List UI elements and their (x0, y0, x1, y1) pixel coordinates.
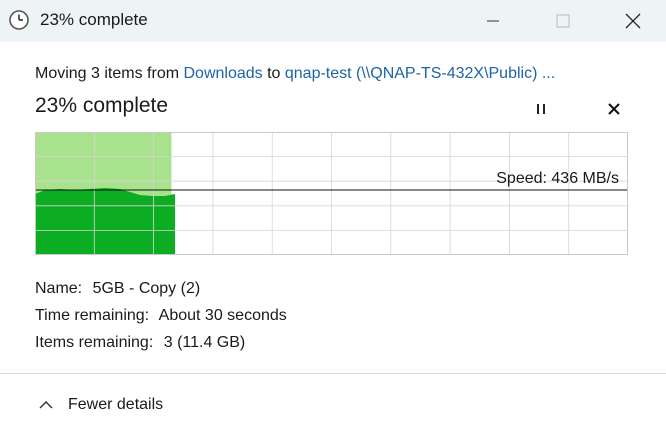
transfer-summary: Moving 3 items from Downloads to qnap-te… (35, 65, 635, 83)
details-panel: Name: 5GB - Copy (2) Time remaining: Abo… (35, 275, 287, 356)
fewer-details-toggle[interactable]: Fewer details (38, 396, 163, 414)
pause-icon (537, 104, 545, 114)
pause-button[interactable] (528, 98, 554, 120)
chevron-up-icon (39, 401, 53, 409)
cancel-icon (608, 103, 620, 115)
clock-icon (8, 9, 30, 31)
items-remaining-value: 3 (11.4 GB) (163, 334, 246, 351)
window-title: 23% complete (40, 10, 148, 29)
speed-label: Speed: 436 MB/s (496, 170, 619, 187)
minimize-icon (487, 20, 499, 22)
fewer-details-label: Fewer details (68, 396, 164, 413)
cancel-button[interactable] (601, 98, 627, 120)
maximize-button[interactable] (540, 0, 586, 42)
footer-divider (0, 373, 666, 374)
summary-middle: to (262, 65, 285, 82)
maximize-icon (556, 14, 570, 28)
name-label: Name: (35, 280, 83, 297)
name-value: 5GB - Copy (2) (92, 280, 201, 297)
source-link[interactable]: Downloads (183, 65, 262, 82)
destination-link[interactable]: qnap-test (\\QNAP-TS-432X\Public) ... (285, 65, 555, 82)
minimize-button[interactable] (470, 0, 516, 42)
time-remaining-value: About 30 seconds (158, 307, 287, 324)
speed-graph: Speed: 436 MB/s (35, 132, 628, 255)
close-icon (625, 13, 641, 29)
time-remaining-label: Time remaining: (35, 307, 150, 324)
detail-name-row: Name: 5GB - Copy (2) (35, 275, 287, 302)
items-remaining-label: Items remaining: (35, 334, 154, 351)
summary-prefix: Moving 3 items from (35, 65, 184, 82)
close-window-button[interactable] (610, 0, 656, 42)
detail-time-row: Time remaining: About 30 seconds (35, 302, 287, 329)
detail-items-row: Items remaining: 3 (11.4 GB) (35, 329, 287, 356)
progress-heading: 23% complete (35, 94, 169, 117)
title-bar: 23% complete (0, 0, 666, 42)
